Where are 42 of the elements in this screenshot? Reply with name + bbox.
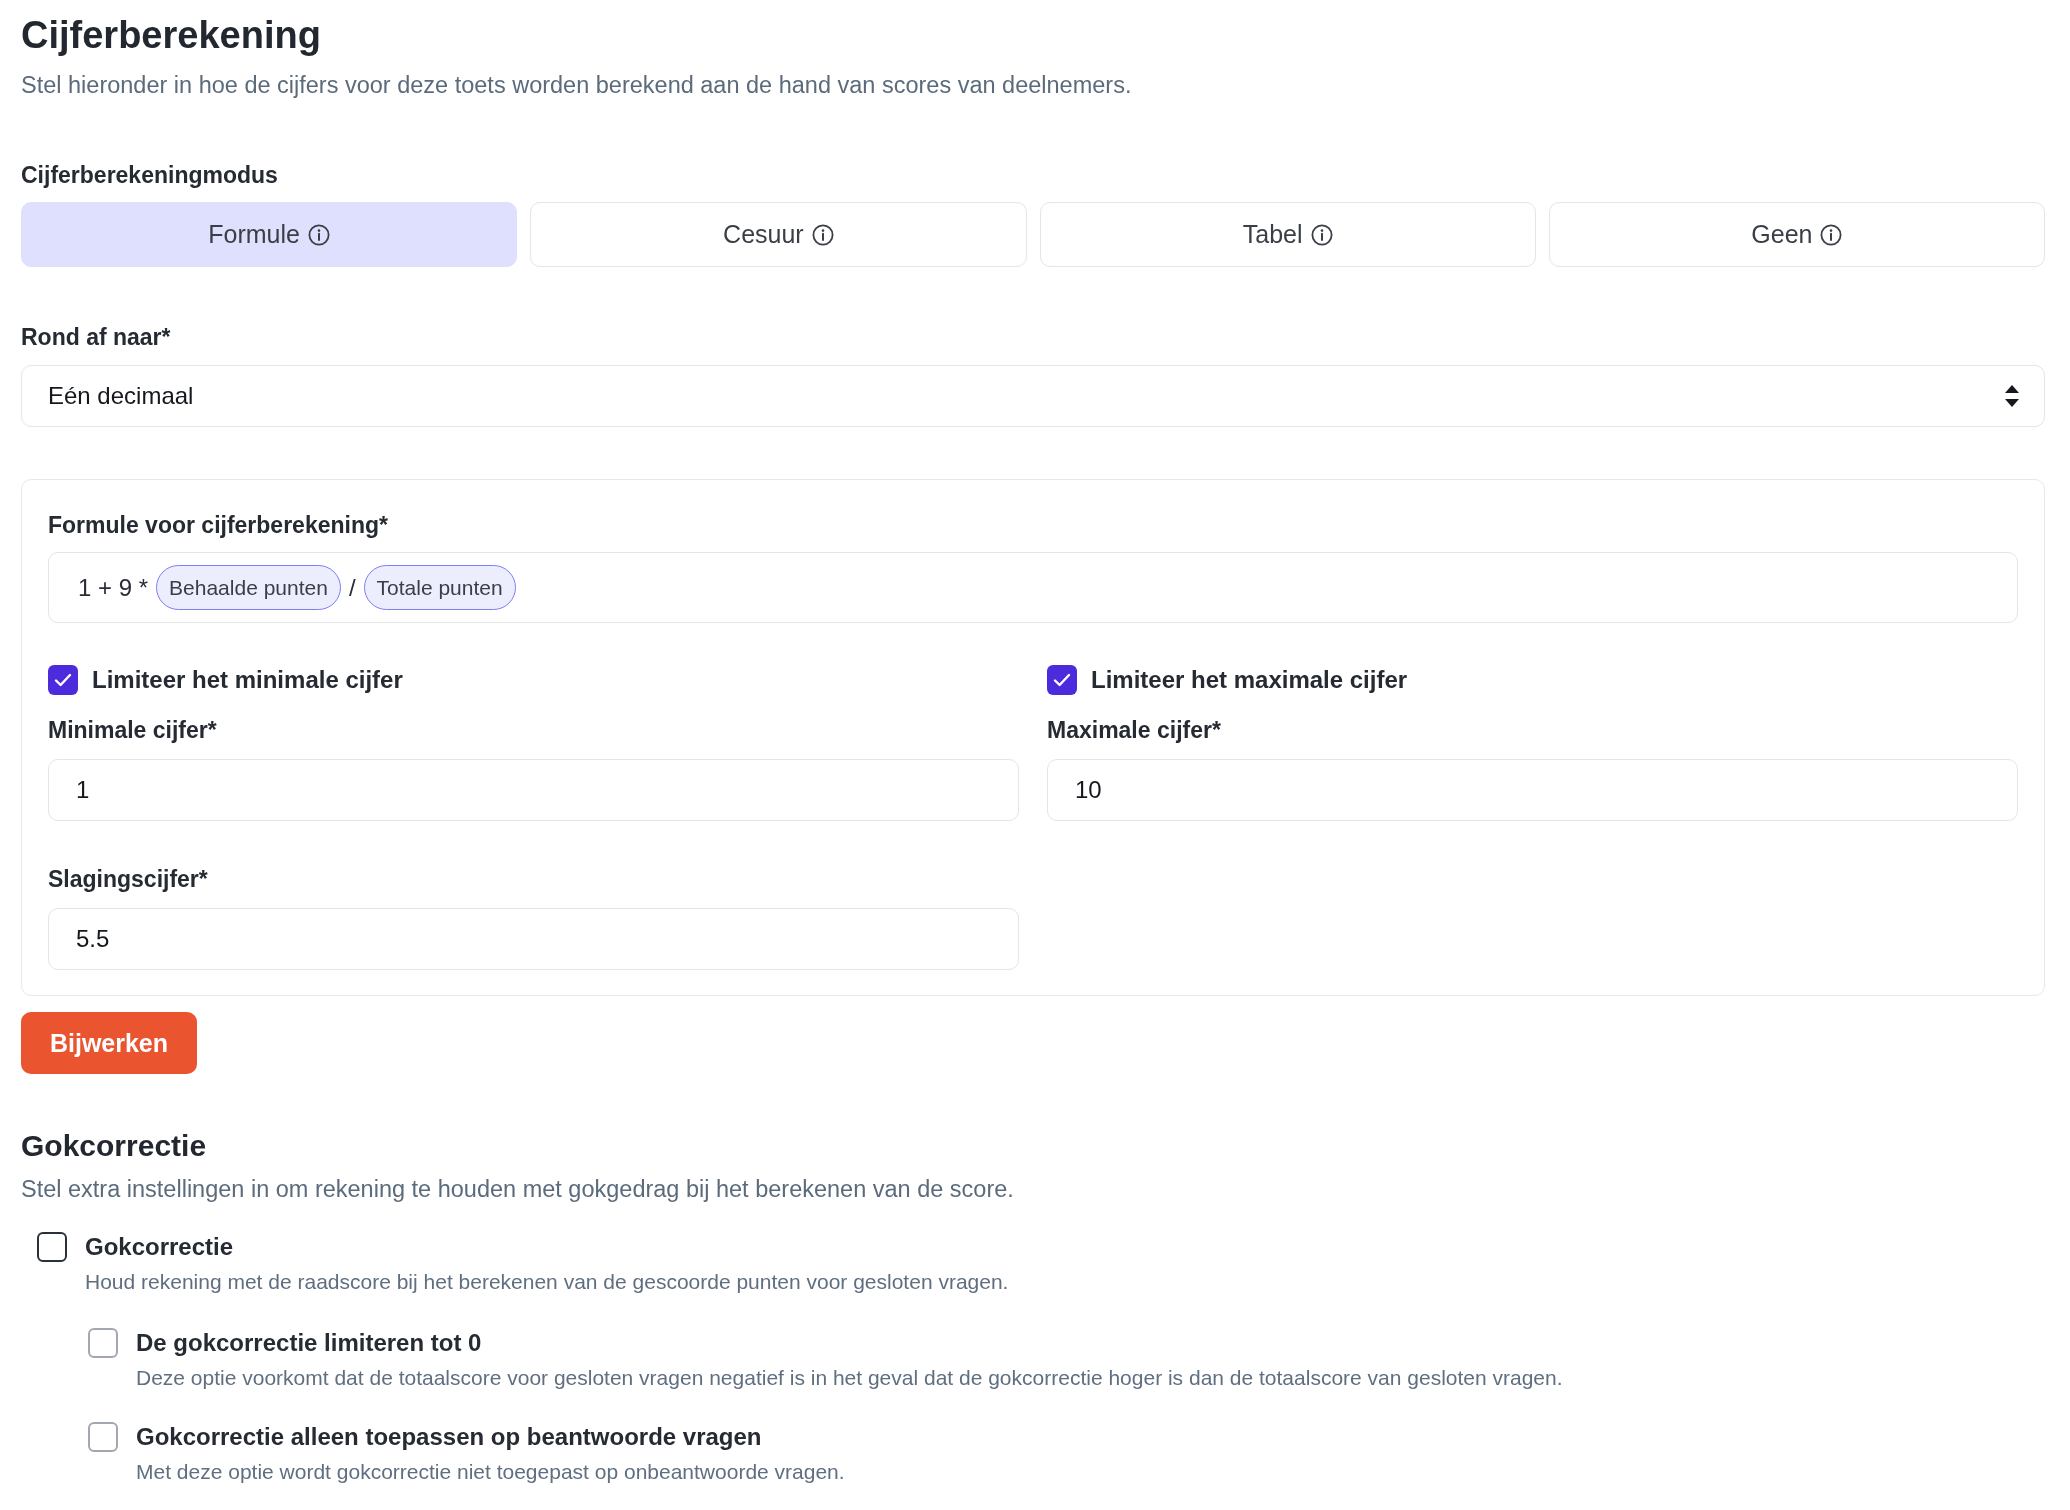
update-button[interactable]: Bijwerken [21,1012,197,1074]
number-input[interactable]: 1 [48,759,1019,821]
option-label: De gokcorrectie limiteren tot 0 [136,1328,482,1358]
sort-arrows-icon [2004,384,2020,408]
option-description: Deze optie voorkomt dat de totaalscore voor gesloten vragen negatief is in het geval dat de gokcorrectie hoger is dan de totaalscore van gesloten vragen. [136,1365,1563,1391]
variable-chip[interactable]: Totale punten [363,565,516,610]
mode-tab[interactable]: Tabel [1039,202,1536,267]
mode-tab[interactable]: Formule [21,202,518,267]
page-title: Cijferberekening [21,13,321,58]
number-input[interactable]: 10 [1047,759,2018,821]
option-label: Gokcorrectie alleen toepassen op beantwoorde vragen [136,1422,762,1452]
checkmark-icon [54,673,72,687]
option-description: Met deze optie wordt gokcorrectie niet toegepast op onbeantwoorde vragen. [136,1459,845,1485]
info-icon [307,223,330,246]
mode-tab[interactable]: Geen [1548,202,2045,267]
checkbox[interactable] [1047,665,1077,695]
variable-chip[interactable]: Behaalde punten [156,565,341,610]
field-label: Formule voor cijferberekening* [48,511,388,540]
formula-field[interactable]: 1 + 9 * Behaalde punten / Totale punten [48,552,2018,623]
field-label: Cijferberekeningmodus [21,161,278,190]
info-icon [1820,223,1843,246]
section-subtitle: Stel extra instellingen in om rekening te houden met gokgedrag bij het berekenen van de score. [21,1175,1014,1204]
page-subtitle: Stel hieronder in hoe de cijfers voor deze toets worden berekend aan de hand van scores van deelnemers. [21,71,1132,100]
formula-text: 1 + 9 * [77,573,150,602]
rounding-select[interactable]: Eén decimaal [21,365,2045,427]
formula-text: / [347,573,357,602]
option-label: Gokcorrectie [85,1232,234,1262]
mode-tab[interactable]: Cesuur [530,202,1027,267]
checkbox[interactable] [37,1232,67,1262]
checkbox-label: Limiteer het minimale cijfer [92,665,403,695]
info-icon [811,223,834,246]
info-icon [1310,223,1333,246]
checkbox[interactable] [48,665,78,695]
checkmark-icon [1053,673,1071,687]
field-label: Maximale cijfer* [1047,716,1221,745]
option-description: Houd rekening met de raadscore bij het berekenen van de gescoorde punten voor gesloten vragen. [85,1269,1009,1295]
field-label: Minimale cijfer* [48,716,217,745]
number-input[interactable]: 5.5 [48,908,1019,970]
field-label: Slagingscijfer* [48,865,208,894]
field-label: Rond af naar* [21,323,171,352]
checkbox-label: Limiteer het maximale cijfer [1091,665,1408,695]
section-title: Gokcorrectie [21,1128,207,1164]
